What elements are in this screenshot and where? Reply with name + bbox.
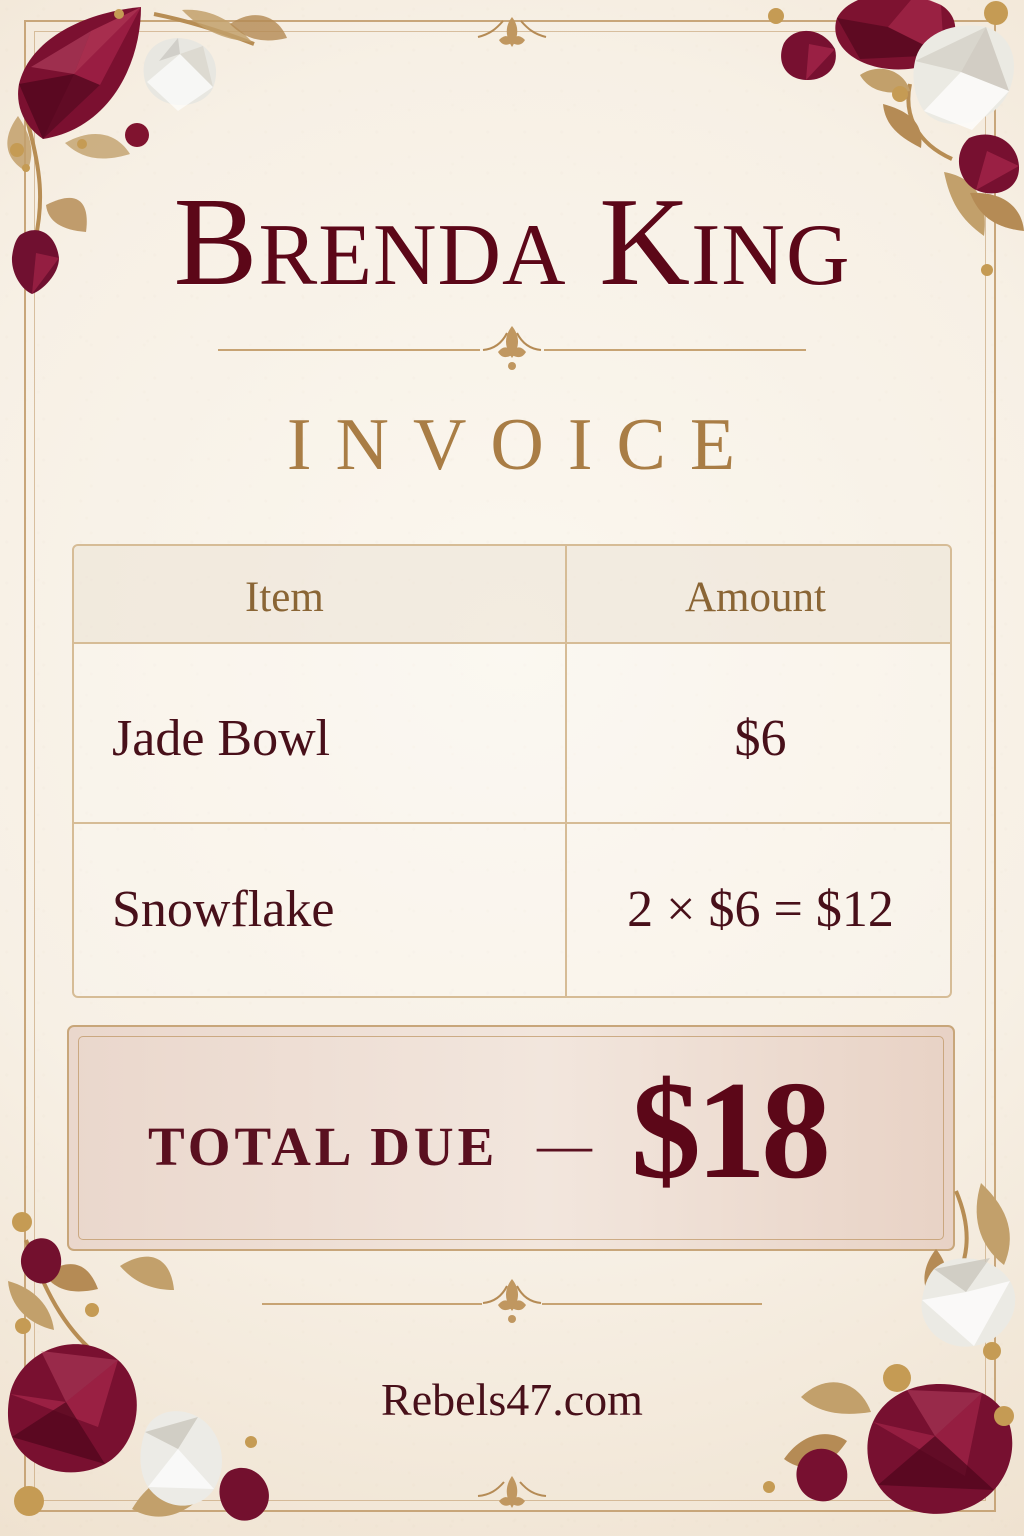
customer-name-title: Brenda King (173, 173, 851, 312)
fleur-ornament-icon (482, 326, 542, 370)
bottom-rule-right (542, 1303, 762, 1305)
fleur-ornament-icon (482, 1279, 542, 1323)
invoice-heading: INVOICE (286, 404, 760, 486)
title-rule-left (218, 349, 480, 351)
title-rule-right (544, 349, 806, 351)
row-divider (74, 822, 950, 824)
table-row-item: Jade Bowl (112, 710, 331, 767)
invoice-page: Brenda King INVOICE Item Amount Jade Bow… (0, 0, 1024, 1536)
fleur-ornament-icon (477, 17, 547, 47)
total-due-amount: $18 (631, 1053, 831, 1208)
table-row-amount: 2 × $6 = $12 (627, 881, 894, 938)
table-row-amount: $6 (734, 710, 787, 767)
fleur-ornament-icon (477, 1476, 547, 1508)
bottom-rule-left (262, 1303, 482, 1305)
total-separator: — (537, 1114, 592, 1175)
item-column-header: Item (245, 574, 324, 621)
website-text: Rebels47.com (381, 1374, 643, 1425)
invoice-table: Item Amount Jade Bowl $6 Snowflake 2 × $… (72, 544, 952, 998)
total-due-label: TOTAL DUE (148, 1116, 499, 1177)
amount-column-header: Amount (685, 574, 826, 621)
table-row-item: Snowflake (112, 881, 335, 938)
total-due-box: TOTAL DUE — $18 (67, 1025, 955, 1251)
